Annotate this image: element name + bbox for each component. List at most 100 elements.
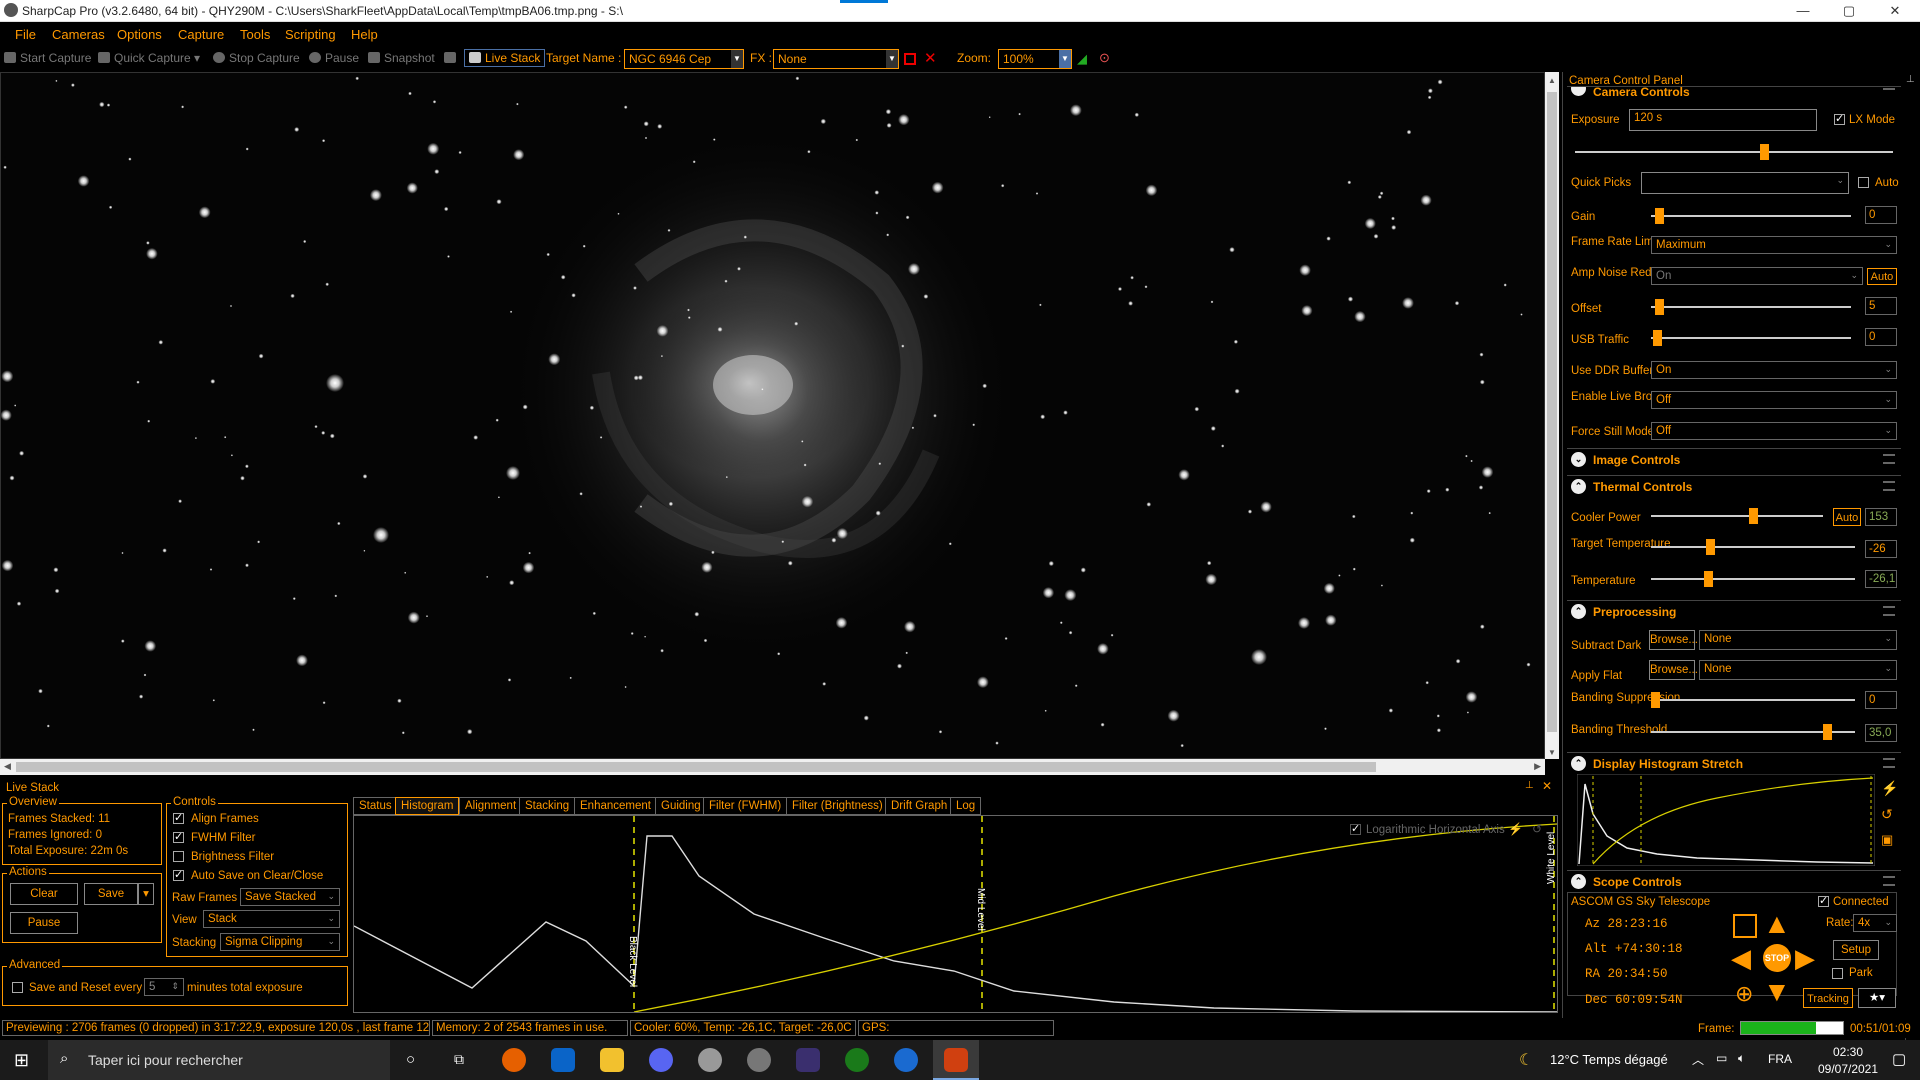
amp-noise-select[interactable]: On ⌄ [1651,267,1863,285]
preprocessing-header[interactable]: ⌃ Preprocessing [1567,600,1901,622]
auto-stretch-icon[interactable]: ⚡ [1508,822,1523,836]
arrow-left-icon[interactable]: ◀ [1731,944,1751,972]
image-controls-header[interactable]: ⌄ Image Controls [1567,448,1901,470]
live-broadcast-select[interactable]: Off ⌄ [1651,391,1897,409]
lx-mode-checkbox[interactable] [1834,112,1845,125]
snapshot-button[interactable]: Snapshot [368,51,435,65]
camera-controls-header[interactable]: ⌃ Camera Controls [1567,86,1901,96]
language-indicator[interactable]: FRA [1768,1052,1792,1066]
close-icon[interactable]: ✕ [1542,779,1552,793]
usb-traffic-slider[interactable] [1651,330,1851,346]
windows-start-icon[interactable]: ⊞ [14,1050,29,1071]
tab-histogram[interactable]: Histogram [395,797,460,815]
home-icon[interactable] [1733,914,1757,938]
focus-icon[interactable]: ⊙ [1099,50,1110,66]
stellarium-icon[interactable] [796,1048,820,1072]
fx-select[interactable]: None ▼ [773,49,899,69]
horizontal-scrollbar[interactable]: ◀ ▶ [0,759,1545,775]
planet-app-icon[interactable] [698,1048,722,1072]
save-reset-minutes[interactable]: 5 ⇕ [144,978,184,996]
subtract-dark-browse-button[interactable]: Browse... [1649,630,1698,650]
pin-icon[interactable]: ⊥ [1525,780,1534,791]
frame-rate-select[interactable]: Maximum ⌄ [1651,236,1897,254]
ddr-buffer-select[interactable]: On ⌄ [1651,361,1897,379]
clear-button[interactable]: Clear [10,883,78,905]
tab-guiding[interactable]: Guiding [655,797,707,815]
menu-file[interactable]: File [15,27,36,42]
force-still-select[interactable]: Off ⌄ [1651,422,1897,440]
tab-status[interactable]: Status [353,797,398,815]
menu-options[interactable]: Options [117,27,162,42]
close-button[interactable]: ✕ [1872,0,1918,22]
start-capture-button[interactable]: Start Capture [4,51,91,65]
stretch-histogram-graph[interactable] [1577,774,1875,866]
gain-value[interactable]: 0 [1865,206,1897,224]
menu-tools[interactable]: Tools [240,27,270,42]
tab-drift-graph[interactable]: Drift Graph [885,797,954,815]
tab-stacking[interactable]: Stacking [519,797,576,815]
banding-threshold-slider[interactable] [1651,724,1855,740]
firefox-icon[interactable] [502,1048,526,1072]
star-icon[interactable]: ★▾ [1858,988,1896,1008]
reset-icon[interactable]: ↺ [1881,806,1893,823]
quick-picks-select[interactable]: ⌄ [1641,172,1849,194]
task-view-icon[interactable]: ⧉ [454,1051,464,1068]
align-frames-checkbox[interactable] [173,811,184,824]
zoom-select[interactable]: 100% ▼ [998,49,1072,69]
apply-flat-browse-button[interactable]: Browse... [1649,660,1698,680]
save-reset-checkbox[interactable] [12,982,23,993]
notifications-icon[interactable]: ▢ [1892,1050,1906,1068]
save-dropdown-icon[interactable]: ▾ [138,883,154,905]
cooler-power-slider[interactable] [1651,508,1823,524]
clock-time[interactable]: 02:30 [1818,1045,1878,1059]
arrow-right-icon[interactable]: ▶ [1795,944,1815,972]
record-frame-icon[interactable] [904,53,916,65]
teamviewer-icon[interactable] [894,1048,918,1072]
minimize-button[interactable]: — [1780,0,1826,22]
cortana-icon[interactable]: ○ [406,1051,415,1068]
search-box[interactable]: ⌕ Taper ici pour rechercher [48,1040,390,1080]
stop-button[interactable]: STOP [1763,944,1791,972]
offset-value[interactable]: 5 [1865,297,1897,315]
image-viewer[interactable] [0,72,1545,759]
save-button[interactable]: Save [84,883,138,905]
setup-button[interactable]: Setup [1833,940,1879,960]
arrow-up-icon[interactable]: ▲ [1763,910,1791,938]
auto-stretch-icon[interactable]: ⚡ [1881,780,1898,797]
subtract-dark-select[interactable]: None ⌄ [1699,630,1897,650]
target-name-field[interactable]: NGC 6946 Cep ▼ [624,49,744,69]
discord-icon[interactable] [649,1048,673,1072]
pin-icon[interactable]: ⊥ [1906,74,1915,85]
usb-traffic-value[interactable]: 0 [1865,328,1897,346]
banding-suppression-slider[interactable] [1651,692,1855,708]
rate-select[interactable]: 4x ⌄ [1853,914,1897,932]
menu-capture[interactable]: Capture [178,27,224,42]
stop-capture-button[interactable]: Stop Capture [213,51,300,65]
histogram-icon[interactable]: ◢ [1077,51,1087,67]
quick-picks-auto-checkbox[interactable] [1858,177,1869,188]
pause-button[interactable]: Pause [309,51,359,65]
clock-date[interactable]: 09/07/2021 [1806,1062,1890,1076]
pause-stack-button[interactable]: Pause [10,912,78,934]
stacking-select[interactable]: Sigma Clipping ⌄ [220,933,340,951]
arrow-down-icon[interactable]: ▼ [1763,978,1791,1006]
menu-help[interactable]: Help [351,27,378,42]
save-icon[interactable]: ▣ [1881,832,1893,848]
live-stack-button[interactable]: Live Stack [464,49,546,67]
apply-flat-select[interactable]: None ⌄ [1699,660,1897,680]
exposure-slider[interactable] [1575,144,1893,160]
thermal-controls-header[interactable]: ⌃ Thermal Controls [1567,475,1901,497]
tray-expand-icon[interactable]: ︿ [1692,1051,1704,1068]
moon-app-icon[interactable] [747,1048,771,1072]
raw-frames-select[interactable]: Save Stacked ⌄ [240,888,340,906]
connected-checkbox[interactable] [1818,894,1829,907]
view-select[interactable]: Stack ⌄ [203,910,340,928]
scope-controls-header[interactable]: ⌃ Scope Controls [1567,870,1901,892]
exposure-field[interactable]: 120 s [1629,109,1817,131]
sharpcap-taskbar-button[interactable] [933,1040,979,1080]
reticle-icon[interactable]: ✕ [924,49,937,67]
tracking-button[interactable]: Tracking [1803,988,1853,1008]
banding-suppression-value[interactable]: 0 [1865,691,1897,709]
tab-filter-fwhm[interactable]: Filter (FWHM) [703,797,788,815]
phd-guiding-icon[interactable] [845,1048,869,1072]
